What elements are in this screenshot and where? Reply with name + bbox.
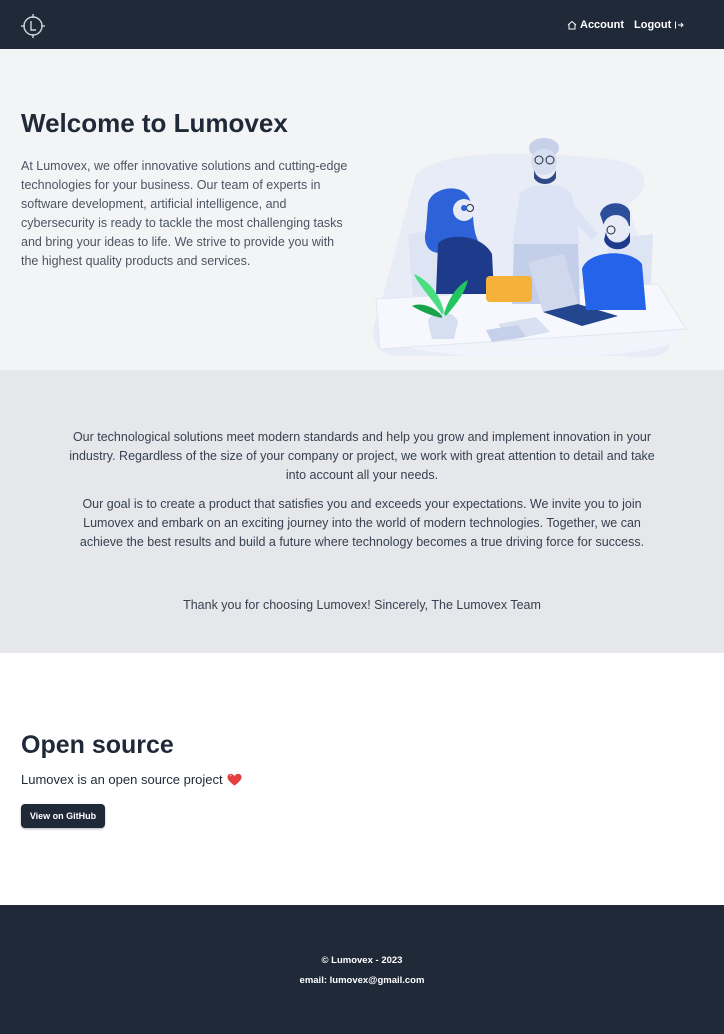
thank-you-text: Thank you for choosing Lumovex! Sincerel… <box>183 598 541 612</box>
logout-link[interactable]: Logout <box>634 19 684 31</box>
hero-title: Welcome to Lumovex <box>21 108 288 138</box>
about-section: Our technological solutions meet modern … <box>0 370 724 653</box>
hero-description: At Lumovex, we offer innovative solution… <box>21 159 348 268</box>
footer-copyright: © Lumovex - 2023 <box>321 955 403 966</box>
open-source-section: Open source Lumovex is an open source pr… <box>0 653 724 905</box>
navbar: Account Logout <box>0 0 724 49</box>
hero-section: Welcome to Lumovex At Lumovex, we offer … <box>0 49 724 370</box>
about-paragraph: Our technological solutions meet modern … <box>69 430 655 482</box>
logout-label: Logout <box>634 19 672 31</box>
open-source-title: Open source <box>21 731 174 759</box>
clock-logo-icon[interactable] <box>20 13 46 39</box>
logout-icon <box>675 21 684 29</box>
footer: © Lumovex - 2023 email: lumovex@gmail.co… <box>0 905 724 1034</box>
open-source-text-row: Lumovex is an open source project <box>21 772 242 787</box>
about-paragraph: Our goal is to create a product that sat… <box>79 497 645 549</box>
view-on-github-button[interactable]: View on GitHub <box>21 804 105 828</box>
home-icon <box>567 20 577 30</box>
footer-email[interactable]: email: lumovex@gmail.com <box>0 975 724 986</box>
heart-icon <box>227 773 242 786</box>
open-source-text: Lumovex is an open source project <box>21 772 223 787</box>
team-working-illustration <box>373 138 687 358</box>
account-link[interactable]: Account <box>567 19 624 31</box>
account-label: Account <box>580 19 624 31</box>
